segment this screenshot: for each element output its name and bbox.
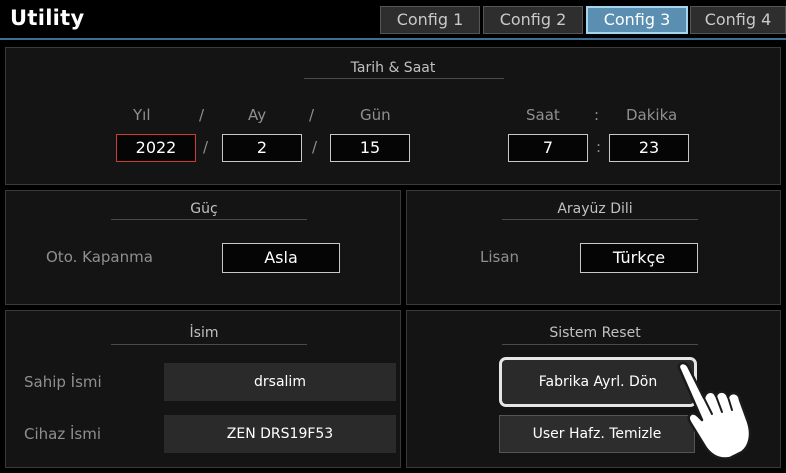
- time-separator: :: [596, 138, 602, 156]
- owner-name-label: Sahip İsmi: [24, 373, 102, 391]
- date-separator: /: [312, 138, 318, 156]
- language-field[interactable]: Türkçe: [580, 243, 698, 273]
- page-title: Utility: [10, 6, 85, 30]
- name-title-underline: [111, 344, 307, 345]
- tab-config-2[interactable]: Config 2: [483, 6, 583, 34]
- minute-field[interactable]: 23: [609, 134, 689, 162]
- month-label: Ay: [248, 106, 267, 124]
- auto-off-label: Oto. Kapanma: [46, 248, 153, 266]
- name-title: İsim: [189, 325, 219, 341]
- year-field[interactable]: 2022: [116, 134, 196, 162]
- pointing-hand-icon: [677, 361, 752, 460]
- tab-config-4[interactable]: Config 4: [690, 6, 786, 34]
- date-separator: /: [203, 138, 209, 156]
- datetime-title-underline: [304, 78, 504, 79]
- power-title-underline: [111, 219, 307, 220]
- system-reset-title-underline: [502, 344, 698, 345]
- year-label: Yıl: [133, 106, 151, 124]
- language-label: Lisan: [480, 248, 520, 266]
- hour-label: Saat: [526, 106, 560, 124]
- tab-config-3[interactable]: Config 3: [586, 6, 688, 34]
- day-label: Gün: [360, 106, 391, 124]
- device-name-label: Cihaz İsmi: [24, 425, 101, 443]
- datetime-title: Tarih & Saat: [350, 60, 436, 76]
- factory-reset-button[interactable]: Fabrika Ayrl. Dön: [499, 357, 697, 407]
- clear-user-memory-button[interactable]: User Hafz. Temizle: [499, 415, 695, 453]
- minute-label: Dakika: [626, 106, 678, 124]
- tab-config-1[interactable]: Config 1: [380, 6, 480, 34]
- name-panel: İsim Sahip İsmi drsalim Cihaz İsmi ZEN D…: [5, 310, 401, 468]
- hour-field[interactable]: 7: [508, 134, 588, 162]
- auto-off-field[interactable]: Asla: [222, 243, 340, 273]
- date-separator: /: [199, 106, 205, 124]
- language-panel: Arayüz Dili Lisan Türkçe: [406, 190, 781, 305]
- power-title: Güç: [190, 201, 218, 217]
- date-separator: /: [309, 106, 315, 124]
- language-title-underline: [502, 219, 698, 220]
- datetime-panel: Tarih & Saat Yıl / Ay / Gün Saat : Dakik…: [5, 47, 781, 185]
- language-title: Arayüz Dili: [557, 201, 633, 217]
- device-name-field[interactable]: ZEN DRS19F53: [164, 415, 396, 453]
- day-field[interactable]: 15: [330, 134, 410, 162]
- power-panel: Güç Oto. Kapanma Asla: [5, 190, 401, 305]
- month-field[interactable]: 2: [222, 134, 302, 162]
- title-divider: [0, 38, 786, 40]
- owner-name-field[interactable]: drsalim: [164, 363, 396, 401]
- time-separator: :: [594, 106, 600, 124]
- system-reset-title: Sistem Reset: [549, 325, 641, 341]
